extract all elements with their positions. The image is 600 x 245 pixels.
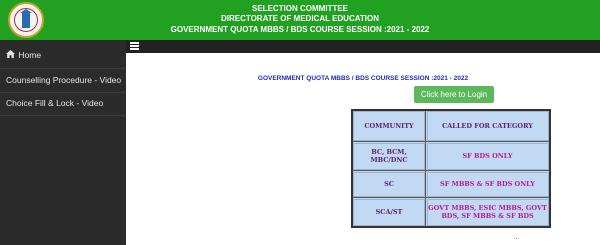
called-category-cell: GOVT MBBS, ESIC MBBS, GOVT BDS, SF MBBS … — [425, 197, 551, 228]
table-footer-text: ... — [514, 235, 520, 241]
sidebar: Home Counselling Procedure - Video Choic… — [0, 40, 126, 245]
main-content: GOVERNMENT QUOTA MBBS / BDS COURSE SESSI… — [126, 53, 600, 245]
home-icon — [6, 48, 16, 62]
menu-icon[interactable] — [130, 42, 139, 50]
table-row: SC SF MBBS & SF BDS ONLY — [351, 170, 551, 198]
table-row: BC, BCM, MBC/DNC SF BDS ONLY — [351, 141, 551, 171]
column-header-community: COMMUNITY — [351, 109, 426, 142]
category-table: COMMUNITY CALLED FOR CATEGORY BC, BCM, M… — [351, 109, 551, 228]
sidebar-item-choice-fill-video[interactable]: Choice Fill & Lock - Video — [0, 92, 126, 116]
header-line-1: SELECTION COMMITTEE — [252, 4, 348, 13]
community-cell: SCA/ST — [351, 197, 426, 228]
header-line-2: DIRECTORATE OF MEDICAL EDUCATION — [220, 14, 380, 23]
table-header-row: COMMUNITY CALLED FOR CATEGORY — [351, 109, 551, 142]
sidebar-item-label: Counselling Procedure - Video — [6, 75, 122, 85]
login-button[interactable]: Click here to Login — [414, 86, 494, 103]
sidebar-item-counselling-video[interactable]: Counselling Procedure - Video — [0, 68, 126, 90]
table-row: SCA/ST GOVT MBBS, ESIC MBBS, GOVT BDS, S… — [351, 197, 551, 228]
sidebar-item-label: Home — [18, 50, 42, 60]
header-line-3: GOVERNMENT QUOTA MBBS / BDS COURSE SESSI… — [170, 25, 430, 34]
top-toolbar — [126, 40, 600, 53]
called-category-cell: SF BDS ONLY — [425, 141, 551, 171]
sidebar-item-home[interactable]: Home — [0, 48, 126, 64]
community-cell: BC, BCM, MBC/DNC — [351, 141, 426, 171]
sidebar-item-label: Choice Fill & Lock - Video — [6, 98, 104, 108]
community-cell: SC — [351, 170, 426, 198]
page-header: SELECTION COMMITTEE DIRECTORATE OF MEDIC… — [0, 0, 600, 40]
session-title: GOVERNMENT QUOTA MBBS / BDS COURSE SESSI… — [257, 75, 469, 82]
called-category-cell: SF MBBS & SF BDS ONLY — [425, 170, 551, 198]
column-header-called-for-category: CALLED FOR CATEGORY — [425, 109, 551, 142]
